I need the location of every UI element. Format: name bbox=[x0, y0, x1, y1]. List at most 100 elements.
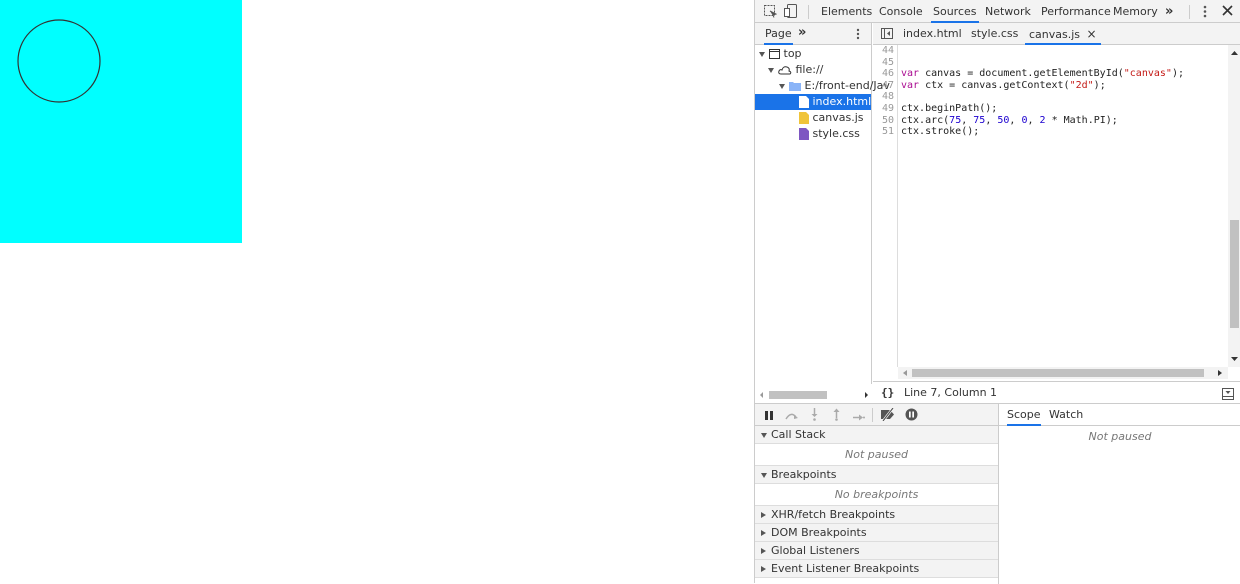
line-number[interactable]: 45 bbox=[873, 57, 897, 69]
section-title: Global Listeners bbox=[771, 544, 860, 557]
navigator-tab-page[interactable]: Page bbox=[764, 23, 793, 45]
editor-status-bar: {} Line 7, Column 1 bbox=[873, 381, 1240, 403]
canvas bbox=[0, 0, 242, 243]
line-number[interactable]: 48 bbox=[873, 91, 897, 103]
tab-scope[interactable]: Scope bbox=[1007, 404, 1041, 426]
pretty-print-icon[interactable]: {} bbox=[881, 382, 894, 404]
device-toolbar-icon[interactable] bbox=[784, 4, 797, 21]
line-number[interactable]: 44 bbox=[873, 45, 897, 57]
step-out-icon[interactable] bbox=[833, 408, 840, 424]
canvas-drawing bbox=[17, 19, 101, 103]
scroll-left-icon[interactable] bbox=[900, 367, 910, 379]
tree-label: file:// bbox=[795, 63, 824, 76]
cursor-position: Line 7, Column 1 bbox=[904, 386, 998, 399]
editor-tab-canvas-js[interactable]: canvas.js × bbox=[1025, 23, 1101, 45]
tree-label: top bbox=[783, 47, 802, 60]
editor-tabs: index.html style.css canvas.js × bbox=[873, 23, 1240, 45]
line-number-gutter: 44 45 46 47 48 49 50 51 bbox=[873, 45, 898, 367]
more-tabs-icon[interactable]: » bbox=[1165, 0, 1173, 23]
step-over-icon[interactable] bbox=[784, 410, 799, 423]
code-line: ctx.beginPath(); bbox=[901, 102, 998, 114]
scope-watch-tabs: Scope Watch bbox=[999, 404, 1240, 426]
editor-vertical-scrollbar[interactable] bbox=[1228, 45, 1240, 367]
step-icon[interactable] bbox=[853, 411, 865, 424]
tab-watch[interactable]: Watch bbox=[1049, 404, 1083, 426]
tree-label: canvas.js bbox=[812, 111, 864, 124]
dom-breakpoints-header[interactable]: DOM Breakpoints bbox=[755, 524, 998, 542]
tree-label: style.css bbox=[812, 127, 860, 140]
line-number[interactable]: 49 bbox=[873, 103, 897, 115]
scrollbar-thumb[interactable] bbox=[912, 369, 1204, 377]
tab-performance[interactable]: Performance bbox=[1041, 0, 1111, 23]
pause-icon[interactable] bbox=[765, 410, 774, 423]
step-into-icon[interactable] bbox=[811, 408, 818, 424]
navigator-tabs: Page » bbox=[755, 23, 871, 45]
section-title: Call Stack bbox=[771, 428, 826, 441]
xhr-breakpoints-header[interactable]: XHR/fetch Breakpoints bbox=[755, 506, 998, 524]
drawn-circle bbox=[17, 19, 101, 103]
pause-on-exceptions-icon[interactable] bbox=[905, 408, 918, 424]
frame-icon bbox=[769, 49, 780, 59]
line-number[interactable]: 51 bbox=[873, 126, 897, 138]
tree-item-top[interactable]: top bbox=[759, 46, 802, 62]
code-line: ctx.stroke(); bbox=[901, 126, 980, 138]
tab-network[interactable]: Network bbox=[985, 0, 1031, 23]
event-listener-breakpoints-header[interactable]: Event Listener Breakpoints bbox=[755, 560, 998, 578]
editor-tab-index-html[interactable]: index.html bbox=[903, 23, 962, 45]
folder-icon bbox=[789, 82, 801, 91]
navigator-menu-icon[interactable] bbox=[856, 28, 860, 43]
code-editor[interactable]: 44 45 46 47 48 49 50 51 var canvas = doc… bbox=[873, 45, 1228, 367]
code-line: var canvas = document.getElementById("ca… bbox=[901, 68, 1184, 80]
tab-elements[interactable]: Elements bbox=[821, 0, 872, 23]
section-title: XHR/fetch Breakpoints bbox=[771, 508, 896, 521]
section-title: DOM Breakpoints bbox=[771, 526, 867, 539]
inspected-page bbox=[0, 0, 754, 583]
scroll-up-icon[interactable] bbox=[1228, 48, 1240, 58]
tree-item-canvas-js[interactable]: canvas.js bbox=[799, 110, 864, 126]
scope-watch-pane: Scope Watch Not paused bbox=[998, 404, 1240, 584]
inspect-element-icon[interactable] bbox=[764, 5, 778, 21]
html-file-icon bbox=[799, 96, 809, 108]
tab-sources[interactable]: Sources bbox=[931, 0, 979, 23]
scrollbar-thumb[interactable] bbox=[1230, 220, 1239, 328]
code-lines: var canvas = document.getElementById("ca… bbox=[901, 45, 1184, 138]
tab-console[interactable]: Console bbox=[879, 0, 923, 23]
tree-item-style-css[interactable]: style.css bbox=[799, 126, 860, 142]
close-icon[interactable] bbox=[1222, 5, 1233, 19]
line-number[interactable]: 47 bbox=[873, 80, 897, 92]
js-file-icon bbox=[799, 112, 809, 124]
tab-memory[interactable]: Memory bbox=[1113, 0, 1158, 23]
tree-label: index.html bbox=[812, 95, 872, 108]
css-file-icon bbox=[799, 128, 809, 140]
breakpoints-header[interactable]: Breakpoints bbox=[755, 466, 998, 484]
editor-horizontal-scrollbar[interactable] bbox=[898, 367, 1228, 379]
toggle-navigator-icon[interactable] bbox=[881, 28, 893, 42]
file-navigator: Page » top file:// E:/front-end/Jav inde… bbox=[755, 23, 890, 384]
scroll-right-icon[interactable] bbox=[1215, 367, 1225, 379]
section-title: Breakpoints bbox=[771, 468, 837, 481]
call-stack-body: Not paused bbox=[755, 444, 998, 466]
global-listeners-header[interactable]: Global Listeners bbox=[755, 542, 998, 560]
editor-tab-style-css[interactable]: style.css bbox=[971, 23, 1018, 45]
tree-item-index-html[interactable]: index.html bbox=[755, 94, 871, 110]
tree-item-origin[interactable]: file:// bbox=[768, 62, 823, 78]
line-number[interactable]: 46 bbox=[873, 68, 897, 80]
navigator-scrollbar[interactable] bbox=[755, 389, 872, 401]
devtools-toolbar: Elements Console Sources Network Perform… bbox=[755, 0, 1240, 23]
kebab-menu-icon[interactable] bbox=[1203, 5, 1207, 21]
debugger-sidebar: Call Stack Not paused Breakpoints No bre… bbox=[755, 403, 1240, 584]
deactivate-breakpoints-icon[interactable] bbox=[880, 407, 896, 424]
navigator-more-icon[interactable]: » bbox=[798, 23, 806, 43]
scroll-down-icon[interactable] bbox=[1228, 354, 1240, 364]
breakpoints-body: No breakpoints bbox=[755, 484, 998, 506]
scope-body: Not paused bbox=[1088, 430, 1152, 443]
editor-tab-label: canvas.js bbox=[1029, 28, 1081, 41]
section-title: Event Listener Breakpoints bbox=[771, 562, 920, 575]
call-stack-header[interactable]: Call Stack bbox=[755, 426, 998, 444]
line-number[interactable]: 50 bbox=[873, 115, 897, 127]
close-tab-icon[interactable]: × bbox=[1087, 27, 1097, 41]
devtools-panel: Elements Console Sources Network Perform… bbox=[754, 0, 1240, 584]
